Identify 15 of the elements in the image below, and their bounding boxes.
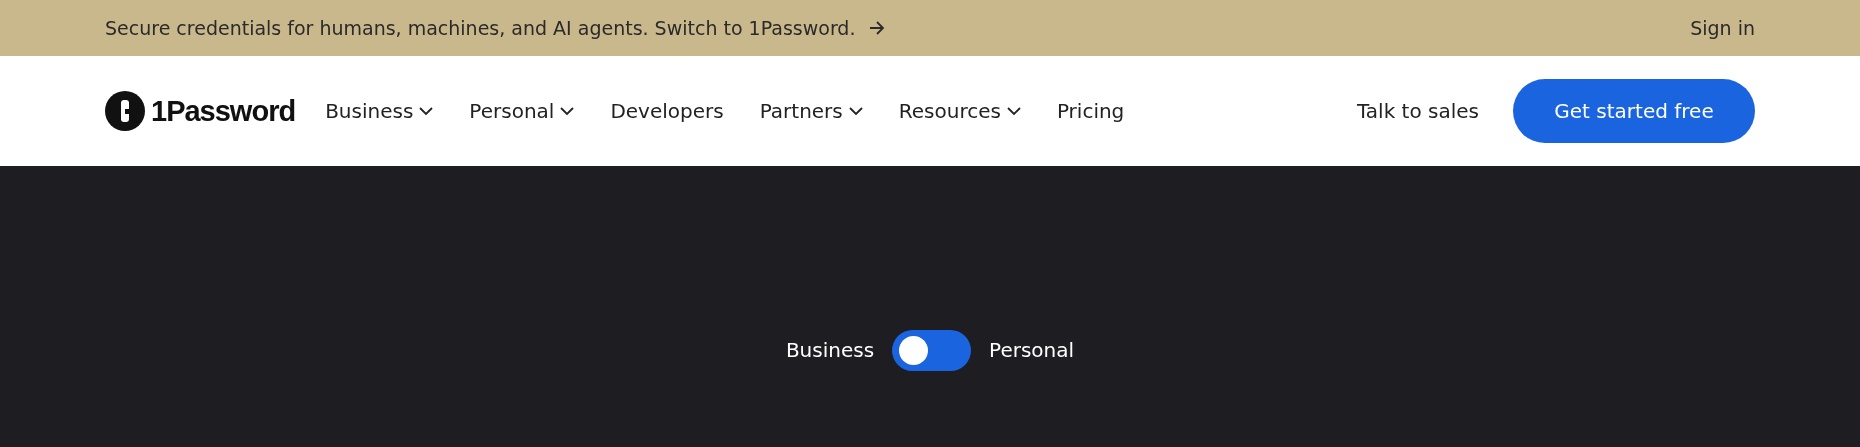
nav-link[interactable]: Resources	[898, 99, 1021, 123]
nav-link[interactable]: Partners	[759, 99, 863, 123]
talk-to-sales-link[interactable]: Talk to sales	[1356, 99, 1479, 123]
toggle-label: Business	[785, 338, 875, 362]
nav-link[interactable]: Business	[325, 99, 434, 123]
logo-icon	[105, 91, 145, 131]
nav-link[interactable]: Personal	[469, 99, 575, 123]
get-started-button[interactable]: Get started free	[1513, 79, 1755, 143]
toggle-label: Personal	[989, 338, 1075, 362]
nav-link[interactable]: Developers	[610, 99, 724, 123]
arrow-right-icon	[869, 21, 886, 35]
nav-link[interactable]: Pricing	[1056, 99, 1125, 123]
sign-in-link[interactable]: Sign in	[1690, 17, 1755, 39]
plan-switch[interactable]	[892, 329, 972, 371]
logo-text[interactable]: 1Password	[151, 94, 296, 128]
